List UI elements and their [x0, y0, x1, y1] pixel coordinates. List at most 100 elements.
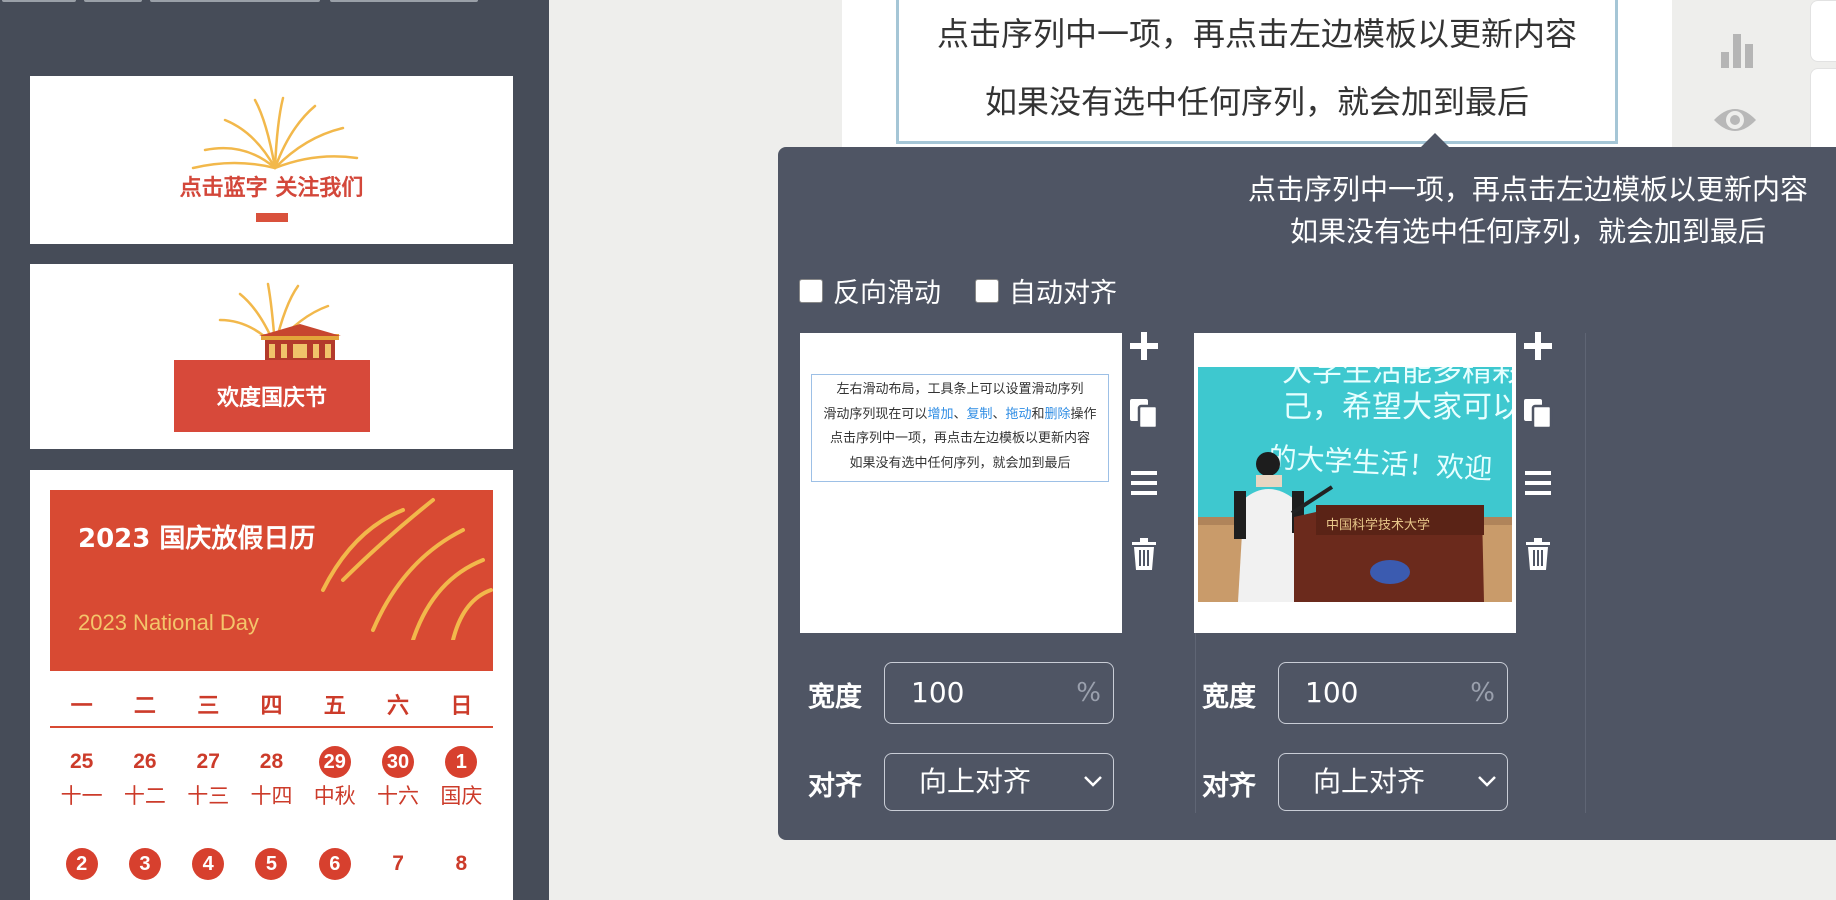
top-tab[interactable]	[150, 0, 320, 2]
calendar-day: 26 十二	[113, 746, 176, 810]
calendar-week-row: 25 十一 26 十二 27 十三 28 十四 29 中秋 30 十六 1 国庆	[50, 746, 493, 810]
chevron-down-icon	[1478, 776, 1496, 787]
side-panel-tab[interactable]	[1810, 0, 1836, 62]
calendar-lunar-label: 国庆	[440, 784, 483, 808]
accent-bar	[256, 213, 288, 222]
slide-text-fragment: 滑动序列现在可以	[823, 406, 928, 422]
calendar-day-number: 27	[196, 750, 220, 773]
width-value: 100	[911, 676, 965, 709]
editor-text-line: 点击序列中一项，再点击左边模板以更新内容	[936, 15, 1577, 53]
calendar-day-number: 6	[318, 848, 351, 880]
calendar-lunar-label: 中秋	[313, 784, 356, 808]
template-card-follow-us[interactable]: 点击蓝字 关注我们	[30, 76, 513, 244]
copy-icon[interactable]	[1520, 397, 1556, 433]
width-label: 宽度	[808, 682, 862, 713]
width-input[interactable]: 100 %	[1278, 662, 1508, 724]
calendar-day-number: 4	[192, 848, 225, 880]
calendar-lunar-label: 十三	[187, 784, 230, 808]
calendar-day-number: 26	[133, 750, 157, 773]
delete-icon[interactable]	[1126, 537, 1162, 573]
slide-thumbnail-1[interactable]: 左右滑动布局，工具条上可以设置滑动序列 滑动序列现在可以增加、复制、拖动和删除操…	[800, 333, 1122, 633]
top-tab[interactable]	[84, 0, 142, 2]
reverse-scroll-checkbox[interactable]: 反向滑动	[799, 271, 941, 310]
calendar-day-number: 5	[255, 848, 288, 880]
auto-align-checkbox[interactable]: 自动对齐	[975, 271, 1117, 310]
slide-text-fragment: 操作	[1070, 406, 1097, 422]
checkbox-box[interactable]	[799, 278, 823, 303]
podium-text: 中国科学技术大学	[1326, 517, 1430, 533]
chart-icon[interactable]	[1717, 30, 1757, 70]
width-input[interactable]: 100 %	[884, 662, 1114, 724]
template-sidebar: 点击蓝字 关注我们 欢度国庆节 2023 国庆放假日历 2023 Nationa…	[0, 0, 549, 900]
calendar-lunar-label: 十四	[250, 784, 293, 808]
template-card-national-day[interactable]: 欢度国庆节	[30, 264, 513, 449]
align-label: 对齐	[1202, 771, 1256, 802]
weekday: 日	[450, 694, 473, 719]
separator: 、	[953, 406, 967, 422]
calendar-day-number: 7	[392, 852, 404, 875]
link-drag: 拖动	[1005, 406, 1032, 422]
calendar-title: 2023 国庆放假日历	[78, 524, 316, 554]
calendar-lunar-label: 十六	[377, 784, 420, 808]
align-select[interactable]: 向上对齐	[1278, 753, 1508, 811]
align-value: 向上对齐	[1313, 765, 1426, 798]
chevron-down-icon	[1084, 776, 1102, 787]
calendar-header: 2023 国庆放假日历 2023 National Day	[50, 490, 493, 671]
slide-sequence-popup: 点击序列中一项，再点击左边模板以更新内容 如果没有选中任何序列，就会加到最后 反…	[778, 147, 1836, 840]
slide-text-line: 如果没有选中任何序列，就会加到最后	[849, 455, 1071, 471]
align-label: 对齐	[808, 771, 862, 802]
align-select[interactable]: 向上对齐	[884, 753, 1114, 811]
delete-icon[interactable]	[1520, 537, 1556, 573]
add-icon[interactable]	[1296, 330, 1332, 366]
popup-arrow	[1421, 133, 1449, 147]
calendar-day-number: 3	[128, 848, 161, 880]
conjunction: 和	[1031, 406, 1045, 422]
slide-thumbnail-2[interactable]: 大学生活能多精彩 己，希望大家可以 的大学生活！欢迎 中国科学技术大学	[1194, 333, 1516, 633]
screen-text: 大学生活能多精彩	[1282, 367, 1512, 389]
calendar-day-number: 25	[69, 750, 94, 773]
hint-line: 点击序列中一项，再点击左边模板以更新内容	[1247, 173, 1808, 206]
percent-unit: %	[1470, 678, 1495, 708]
top-tab[interactable]	[330, 0, 478, 2]
drag-handle-icon[interactable]	[1126, 467, 1162, 503]
preview-eye-icon[interactable]	[1712, 102, 1758, 138]
calendar-week-row: 23456 7 8	[50, 848, 493, 880]
top-tab[interactable]	[2, 0, 76, 2]
template-card-calendar[interactable]: 2023 国庆放假日历 2023 National Day 一 二 三 四 五 …	[30, 470, 513, 900]
editor-text-line: 如果没有选中任何序列，就会加到最后	[984, 83, 1529, 121]
calendar-day-number: 28	[259, 750, 284, 773]
calendar-day-number: 1	[445, 746, 478, 778]
weekday: 三	[197, 694, 220, 719]
drag-handle-icon[interactable]	[1520, 467, 1556, 503]
tiananmen-icon	[259, 324, 341, 362]
slide-photo: 大学生活能多精彩 己，希望大家可以 的大学生活！欢迎 中国科学技术大学	[1198, 367, 1512, 602]
checkbox-box[interactable]	[975, 278, 999, 303]
add-icon[interactable]	[1126, 330, 1162, 366]
add-icon[interactable]	[1520, 330, 1556, 366]
calendar-day: 3	[113, 848, 176, 880]
weekday-header: 一 二 三 四 五 六 日	[50, 688, 493, 728]
calendar-day: 5	[240, 848, 303, 880]
link-copy: 复制	[966, 406, 993, 422]
speaker-photo: 大学生活能多精彩 己，希望大家可以 的大学生活！欢迎 中国科学技术大学	[1198, 367, 1512, 602]
calendar-day-number: 2	[65, 848, 98, 880]
calendar-day: 27 十三	[177, 746, 240, 810]
weekday: 二	[133, 694, 156, 719]
weekday: 五	[323, 694, 346, 719]
calendar-subtitle: 2023 National Day	[78, 610, 260, 635]
calendar-day: 8	[430, 848, 493, 880]
selected-text-block[interactable]: 点击序列中一项，再点击左边模板以更新内容 如果没有选中任何序列，就会加到最后	[896, 0, 1618, 144]
partial-icon[interactable]	[1717, 0, 1747, 4]
calendar-day: 6	[303, 848, 366, 880]
separator: 、	[992, 406, 1006, 422]
copy-icon[interactable]	[1126, 397, 1162, 433]
calendar-day: 28 十四	[240, 746, 303, 810]
width-label: 宽度	[1202, 682, 1256, 713]
calendar-day: 25 十一	[50, 746, 113, 810]
calendar-lunar-label: 十二	[123, 784, 166, 808]
percent-unit: %	[1076, 678, 1101, 708]
slide-text-line: 点击序列中一项，再点击左边模板以更新内容	[829, 431, 1090, 446]
fireworks-icon	[191, 96, 359, 170]
calendar-day-number: 8	[455, 852, 468, 875]
national-day-banner: 欢度国庆节	[174, 360, 370, 432]
